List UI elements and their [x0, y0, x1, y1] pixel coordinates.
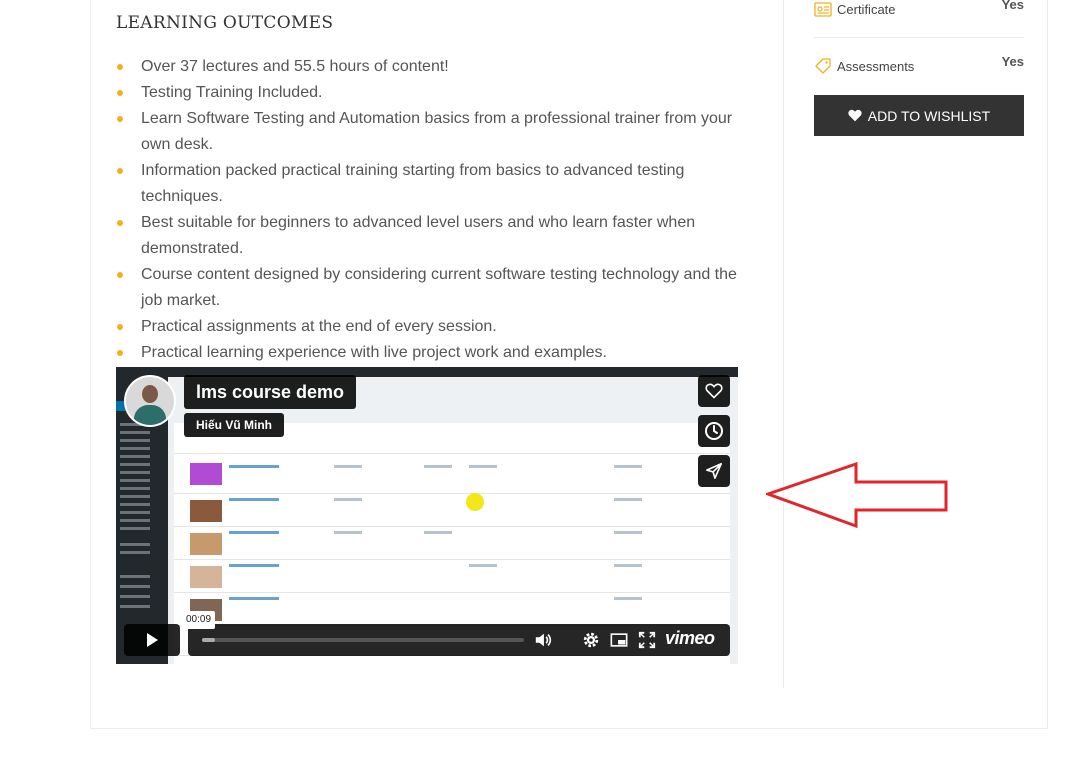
- divider: [814, 37, 1024, 38]
- list-item: Information packed practical training st…: [116, 158, 746, 210]
- add-to-wishlist-button[interactable]: ADD TO WISHLIST: [814, 95, 1024, 136]
- certificate-icon: [814, 2, 832, 17]
- playback-time: 00:09: [182, 611, 216, 629]
- wishlist-label: ADD TO WISHLIST: [867, 107, 991, 124]
- certificate-row: Certificate Yes: [814, 0, 1024, 24]
- learning-outcomes-heading: LEARNING OUTCOMES: [116, 13, 334, 33]
- play-icon: [147, 633, 158, 647]
- vimeo-logo[interactable]: vimeo: [665, 628, 715, 649]
- video-title[interactable]: lms course demo: [184, 375, 357, 409]
- progress-fill: [202, 638, 215, 642]
- certificate-value: Yes: [1001, 0, 1024, 12]
- cursor-highlight: [466, 493, 484, 511]
- assessments-label: Assessments: [837, 59, 915, 74]
- assessment-tag-icon: [815, 58, 831, 74]
- share-button[interactable]: [698, 455, 730, 487]
- list-item: Best suitable for beginners to advanced …: [116, 210, 746, 262]
- settings-gear-icon[interactable]: [582, 631, 600, 649]
- player-controls-bar: vimeo: [188, 624, 730, 656]
- certificate-label: Certificate: [837, 2, 896, 17]
- fullscreen-icon[interactable]: [638, 631, 656, 649]
- annotation-arrow-icon: [766, 462, 948, 529]
- heart-icon: [848, 109, 862, 122]
- list-item: Course content designed by considering c…: [116, 262, 746, 314]
- list-item: Over 37 lectures and 55.5 hours of conte…: [116, 54, 746, 80]
- play-button[interactable]: [124, 624, 180, 656]
- learning-outcomes-list: Over 37 lectures and 55.5 hours of conte…: [116, 54, 746, 366]
- column-divider: [783, 0, 784, 688]
- list-item: Practical assignments at the end of ever…: [116, 314, 746, 340]
- watch-later-button[interactable]: [698, 415, 730, 447]
- heart-icon: [705, 383, 723, 399]
- author-avatar[interactable]: [124, 375, 176, 427]
- clock-icon: [705, 422, 723, 440]
- video-player[interactable]: lms course demo Hiếu Vũ Minh vimeo 00:09: [116, 367, 738, 664]
- assessments-row: Assessments Yes: [814, 54, 1024, 81]
- volume-icon[interactable]: [534, 631, 552, 649]
- like-button[interactable]: [698, 375, 730, 407]
- progress-bar[interactable]: [202, 638, 524, 642]
- send-icon: [705, 462, 723, 480]
- list-item: Practical learning experience with live …: [116, 340, 746, 366]
- list-item: Learn Software Testing and Automation ba…: [116, 106, 746, 158]
- video-author[interactable]: Hiếu Vũ Minh: [184, 413, 284, 437]
- assessments-value: Yes: [1001, 54, 1024, 69]
- picture-in-picture-icon[interactable]: [610, 631, 628, 649]
- list-item: Testing Training Included.: [116, 80, 746, 106]
